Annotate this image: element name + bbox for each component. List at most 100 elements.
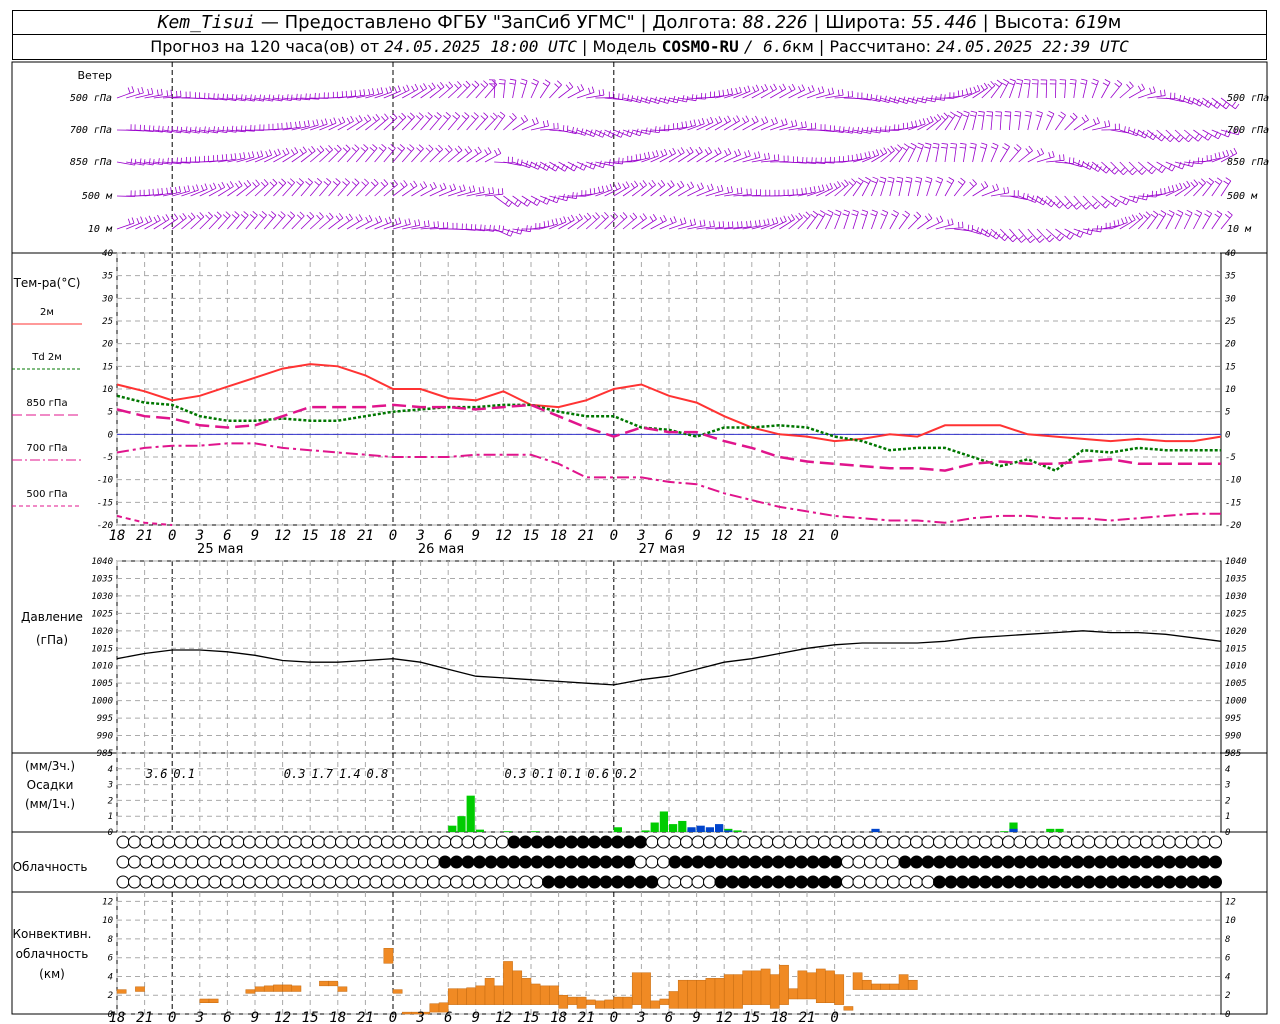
wind-barb-flag — [393, 179, 398, 185]
wind-barb-flag — [833, 125, 836, 132]
wind-barb-flag — [1066, 231, 1071, 238]
wind-barb-flag — [406, 147, 412, 152]
wind-barb-flag — [546, 120, 549, 127]
cloud-cover-symbol — [1128, 855, 1142, 869]
wind-barb — [420, 116, 433, 131]
wind-barb-flag — [805, 211, 811, 217]
wind-barb-flag — [471, 83, 477, 89]
wind-barb-flag — [1150, 213, 1156, 219]
wind-barb-flag — [1117, 219, 1120, 226]
temp-legend-label: 850 гПа — [26, 398, 67, 409]
cloud-cover-symbol — [979, 835, 992, 849]
wind-barb — [880, 129, 899, 131]
wind-barb-flag — [960, 142, 967, 145]
conv-xtick-label: 12 — [495, 1010, 512, 1024]
wind-barb-flag — [280, 211, 286, 216]
wind-barb-flag — [1048, 110, 1055, 115]
cloud-cover-symbol — [967, 855, 981, 869]
wind-barb-flag — [870, 127, 873, 134]
conv-cloud-bar — [457, 988, 467, 1005]
wind-barb — [116, 222, 135, 230]
wind-barb — [447, 115, 461, 131]
wind-barb-flag — [1216, 177, 1223, 182]
wind-barb-flag — [860, 213, 867, 217]
wind-barb-flag — [744, 151, 747, 158]
wind-barb-flag — [883, 147, 888, 153]
wind-barb-flag — [187, 215, 193, 221]
wind-barb-flag — [490, 115, 495, 121]
cloud-cover-symbol — [300, 875, 314, 889]
wind-barb-flag — [1035, 114, 1042, 118]
temp-xtick-label: 15 — [743, 528, 760, 544]
wind-barb-flag — [170, 187, 172, 194]
wind-barb-flag — [727, 115, 731, 122]
wind-barb-flag — [246, 179, 252, 186]
cloud-cover-symbol — [622, 855, 636, 869]
temp-xtick-label: 18 — [771, 528, 788, 544]
conv-cloud-bar — [733, 974, 743, 1009]
cloud-cover-symbol — [1082, 875, 1096, 889]
wind-barb — [981, 228, 997, 240]
wind-barb-flag — [882, 209, 889, 213]
wind-barb-flag — [856, 153, 859, 160]
wind-barb-flag — [316, 148, 322, 154]
cloud-cover-symbol — [772, 855, 785, 869]
conv-title-1: Конвективн. — [13, 927, 92, 941]
wind-barb — [990, 192, 1009, 197]
wind-barb-flag — [787, 216, 792, 222]
wind-barb-flag — [957, 90, 960, 97]
wind-level-left: 10 м — [88, 224, 113, 235]
wind-barb-flag — [595, 212, 600, 218]
precip-bar — [705, 827, 714, 832]
wind-barb — [907, 215, 922, 230]
wind-barb-flag — [887, 148, 892, 154]
wind-barb-flag — [286, 122, 288, 129]
conv-cloud-bar — [852, 972, 863, 990]
conv-xtick-label: 9 — [692, 1010, 700, 1024]
wind-barb-flag — [1201, 157, 1204, 164]
pressure-ytick-right: 1035 — [1225, 574, 1247, 584]
cloud-cover-symbol — [956, 855, 969, 869]
wind-barb-flag — [367, 114, 372, 120]
wind-barb-flag — [704, 149, 709, 155]
conv-cloud-bar — [383, 948, 394, 964]
wind-barb-flag — [162, 216, 167, 222]
wind-barb-flag — [742, 117, 746, 124]
wind-barb-flag — [231, 214, 237, 219]
wind-barb-flag — [222, 214, 228, 219]
wind-barb-flag — [896, 180, 903, 183]
wind-barb-flag — [1002, 146, 1008, 151]
cloud-cover-symbol — [611, 855, 624, 869]
wind-barb-flag — [689, 120, 693, 127]
conv-cloud-bar — [392, 989, 403, 994]
cloud-cover-symbol — [1209, 875, 1222, 889]
wind-barb-flag — [1064, 201, 1070, 207]
conv-cloud-bar — [595, 1000, 605, 1009]
wind-barb-flag — [700, 182, 704, 189]
wind-barb-flag — [192, 185, 196, 192]
wind-barb-flag — [468, 186, 472, 193]
wind-barb-flag — [870, 180, 877, 184]
precip-ytick-right: 0 — [1225, 828, 1230, 838]
temp-ytick-right: 5 — [1225, 408, 1230, 418]
wind-barb-flag — [554, 83, 560, 89]
wind-barb-flag — [741, 221, 743, 228]
wind-barb-flag — [1191, 98, 1195, 105]
wind-barb-flag — [529, 161, 532, 168]
cloud-cover-symbol — [496, 875, 509, 889]
cloud-cover-symbol — [749, 855, 762, 869]
cloud-cover-symbol — [714, 835, 728, 849]
cloud-cover-symbol — [887, 835, 900, 849]
cloud-cover-symbol — [737, 875, 751, 889]
conv-xtick-label: 15 — [523, 1010, 540, 1024]
conv-cloud-bar — [429, 1003, 440, 1013]
wind-barb-flag — [346, 117, 351, 124]
wind-barb-flag — [389, 86, 392, 93]
wind-barb-flag — [940, 115, 946, 121]
temp-xtick-label: 18 — [329, 528, 346, 544]
wind-barb-flag — [1014, 110, 1021, 113]
wind-barb-flag — [626, 129, 630, 136]
wind-barb — [1018, 228, 1031, 243]
cloud-cover-symbol — [1059, 835, 1073, 849]
wind-barb-flag — [950, 111, 956, 116]
